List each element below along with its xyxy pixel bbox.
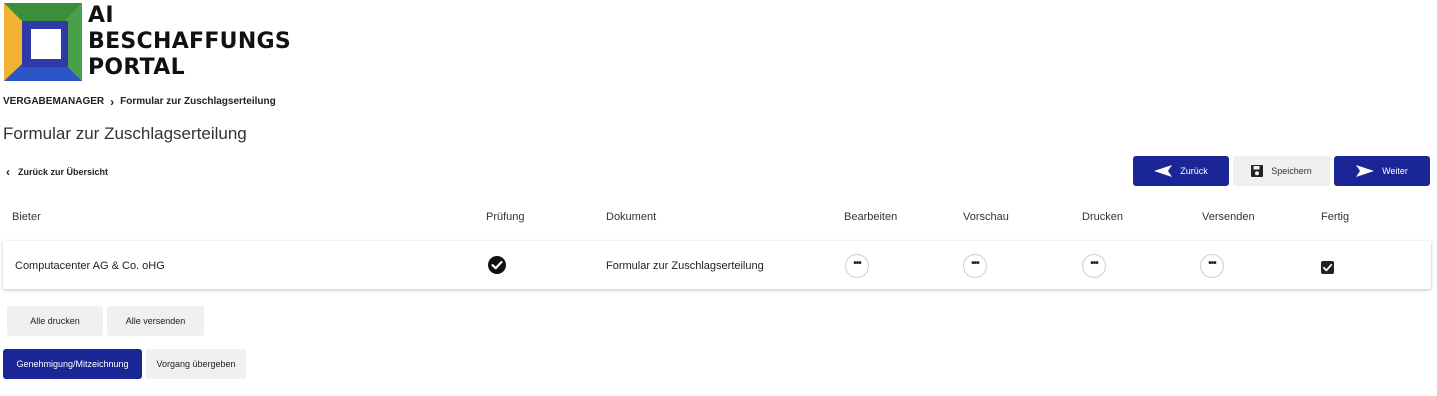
back-button[interactable]: Zurück xyxy=(1133,156,1229,186)
logo-line-1: AI xyxy=(88,3,114,28)
save-button-label: Speichern xyxy=(1271,166,1312,176)
logo-wordmark: AI BESCHAFFUNGS PORTAL xyxy=(88,3,291,81)
approval-button[interactable]: Genehmigung/Mitzeichnung xyxy=(3,349,142,379)
print-all-button[interactable]: Alle drucken xyxy=(7,306,103,336)
preview-options-button[interactable]: ••• xyxy=(963,254,987,278)
bidder-name: Computacenter AG & Co. oHG xyxy=(15,260,165,272)
chevron-left-icon: ‹ xyxy=(6,165,10,179)
next-button-label: Weiter xyxy=(1382,166,1408,176)
column-header-dokument: Dokument xyxy=(606,211,657,223)
logo-line-3: PORTAL xyxy=(88,55,185,80)
save-button[interactable]: Speichern xyxy=(1233,156,1330,186)
send-arrow-icon xyxy=(1356,165,1375,177)
breadcrumb: VERGABEMANAGER › Formular zur Zuschlagse… xyxy=(3,94,276,109)
chevron-right-icon: › xyxy=(110,94,115,109)
more-horizontal-icon: ••• xyxy=(971,258,979,269)
back-button-label: Zurück xyxy=(1180,166,1208,176)
send-all-button[interactable]: Alle versenden xyxy=(107,306,204,336)
breadcrumb-current: Formular zur Zuschlagserteilung xyxy=(120,96,276,107)
column-header-bieter: Bieter xyxy=(12,211,41,223)
check-circle-icon xyxy=(488,256,506,274)
back-to-overview-link[interactable]: ‹ Zurück zur Übersicht xyxy=(6,165,108,179)
column-header-versenden: Versenden xyxy=(1202,211,1255,223)
more-horizontal-icon: ••• xyxy=(1208,258,1216,269)
handover-button[interactable]: Vorgang übergeben xyxy=(146,349,246,379)
more-horizontal-icon: ••• xyxy=(853,258,861,269)
document-name: Formular zur Zuschlagserteilung xyxy=(606,260,764,272)
logo-line-2: BESCHAFFUNGS xyxy=(88,29,292,54)
save-icon xyxy=(1251,165,1264,177)
done-checkbox[interactable] xyxy=(1321,261,1334,274)
next-button[interactable]: Weiter xyxy=(1334,156,1430,186)
column-header-fertig: Fertig xyxy=(1321,211,1350,223)
column-header-pruefung: Prüfung xyxy=(486,211,525,223)
arrow-left-icon xyxy=(1154,165,1173,177)
print-options-button[interactable]: ••• xyxy=(1082,254,1106,278)
breadcrumb-root[interactable]: VERGABEMANAGER xyxy=(3,96,104,107)
edit-options-button[interactable]: ••• xyxy=(845,254,869,278)
back-link-label: Zurück zur Übersicht xyxy=(18,167,109,177)
more-horizontal-icon: ••• xyxy=(1090,258,1098,269)
logo-mark-icon xyxy=(4,3,82,81)
portal-logo: AI BESCHAFFUNGS PORTAL xyxy=(4,3,304,83)
column-header-vorschau: Vorschau xyxy=(963,211,1009,223)
column-header-drucken: Drucken xyxy=(1082,211,1123,223)
page-title: Formular zur Zuschlagserteilung xyxy=(3,124,247,143)
column-header-bearbeiten: Bearbeiten xyxy=(844,211,898,223)
send-options-button[interactable]: ••• xyxy=(1200,254,1224,278)
checkmark-icon xyxy=(1322,264,1333,272)
